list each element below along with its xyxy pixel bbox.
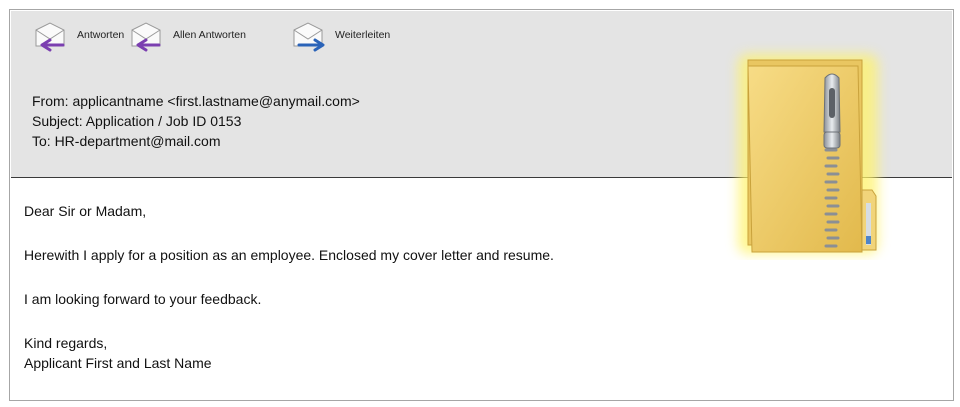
forward-icon bbox=[291, 18, 329, 52]
email-window: Antworten Allen Antworten Weiterleiten F… bbox=[9, 9, 954, 401]
from-line: From: applicantname <first.lastname@anym… bbox=[32, 93, 360, 109]
paragraph-1: Herewith I apply for a position as an em… bbox=[24, 247, 554, 263]
reply-all-button[interactable]: Allen Antworten bbox=[129, 18, 246, 52]
to-line: To: HR-department@mail.com bbox=[32, 133, 221, 149]
paragraph-2: I am looking forward to your feedback. bbox=[24, 291, 262, 307]
reply-label: Antworten bbox=[77, 29, 125, 41]
reply-icon bbox=[33, 18, 71, 52]
forward-button[interactable]: Weiterleiten bbox=[291, 18, 390, 52]
email-meta: From: applicantname <first.lastname@anym… bbox=[32, 91, 360, 151]
subject-line: Subject: Application / Job ID 0153 bbox=[32, 113, 242, 129]
salutation: Dear Sir or Madam, bbox=[24, 203, 147, 219]
reply-all-label: Allen Antworten bbox=[173, 29, 246, 41]
zip-folder-icon[interactable] bbox=[722, 40, 892, 260]
signature: Applicant First and Last Name bbox=[24, 355, 212, 371]
reply-button[interactable]: Antworten bbox=[33, 18, 124, 52]
closing: Kind regards, bbox=[24, 335, 108, 351]
reply-all-icon bbox=[129, 18, 167, 52]
forward-label: Weiterleiten bbox=[335, 29, 391, 41]
